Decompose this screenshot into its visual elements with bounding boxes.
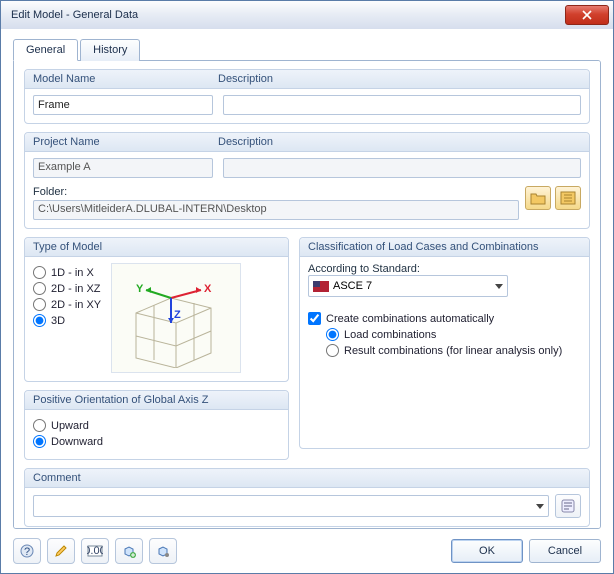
ok-button[interactable]: OK [451,539,523,563]
comment-combo[interactable] [33,495,549,517]
radio-result-combinations-label: Result combinations (for linear analysis… [344,345,562,357]
edit-button[interactable] [47,538,75,564]
label-orientation: Positive Orientation of Global Axis Z [25,391,288,410]
radio-upward[interactable] [33,419,46,432]
check-create-auto-label: Create combinations automatically [326,313,494,325]
titlebar[interactable]: Edit Model - General Data [1,1,613,29]
chevron-down-icon [495,284,503,289]
svg-text:?: ? [24,546,30,558]
label-comment: Comment [25,469,589,488]
tab-history-label: History [93,44,127,56]
help-button[interactable]: ? [13,538,41,564]
tab-history[interactable]: History [80,39,140,61]
svg-text:X: X [204,283,212,295]
svg-text:Z: Z [174,309,181,321]
browse-folder-button[interactable] [525,186,551,210]
project-name-field: Example A [33,158,213,178]
radio-result-combinations[interactable] [326,344,339,357]
model-description-input[interactable] [223,95,581,115]
radio-3d[interactable] [33,314,46,327]
radio-1d-x-label: 1D - in X [51,267,94,279]
chevron-down-icon [536,504,544,509]
cancel-button[interactable]: Cancel [529,539,601,563]
radio-upward-label: Upward [51,420,89,432]
note-icon [561,499,575,513]
radio-2d-xy-label: 2D - in XY [51,299,101,311]
group-classification: Classification of Load Cases and Combina… [299,237,590,449]
comment-pick-button[interactable] [555,494,581,518]
folder-tree-icon [560,191,576,205]
group-orientation: Positive Orientation of Global Axis Z Up… [24,390,289,460]
radio-3d-label: 3D [51,315,65,327]
type-of-model-options: 1D - in X 2D - in XZ 2D - in XY 3D [33,263,101,373]
dialog-edit-model: Edit Model - General Data General Histor… [0,0,614,574]
radio-1d-x[interactable] [33,266,46,279]
label-project-description: Description [218,136,273,148]
tab-general-label: General [26,44,65,56]
ok-button-label: OK [479,545,495,557]
standard-value: ASCE 7 [333,280,372,292]
project-description-field [223,158,581,178]
label-model-name: Model Name [33,73,218,85]
flag-us-icon [313,281,329,292]
axes-icon: X Y Z [116,268,236,368]
label-model-description: Description [218,73,273,85]
tab-general[interactable]: General [13,39,78,61]
cube-gear-icon [156,544,170,558]
svg-text:0.00: 0.00 [87,545,103,557]
dialog-footer: ? 0.00 OK Cancel [1,529,613,573]
folder-path-field: C:\Users\MitleiderA.DLUBAL-INTERN\Deskto… [33,200,519,220]
group-comment: Comment [24,468,590,527]
radio-downward[interactable] [33,435,46,448]
radio-2d-xz[interactable] [33,282,46,295]
cube-settings-button[interactable] [149,538,177,564]
window-title: Edit Model - General Data [11,9,138,21]
radio-load-combinations-label: Load combinations [344,329,436,341]
radio-downward-label: Downward [51,436,103,448]
radio-2d-xy[interactable] [33,298,46,311]
model-type-preview: X Y Z [111,263,241,373]
group-model-name: Model Name Description [24,69,590,124]
tab-page-general: Model Name Description Project Name Desc… [13,60,601,529]
close-button[interactable] [565,5,609,25]
tab-strip: General History [13,39,601,61]
units-icon: 0.00 [87,544,103,558]
label-according-to-standard: According to Standard: [308,263,420,275]
standard-select[interactable]: ASCE 7 [308,275,508,297]
label-type-of-model: Type of Model [25,238,288,257]
folder-tree-button[interactable] [555,186,581,210]
folder-open-icon [530,191,546,205]
cube-add-button[interactable] [115,538,143,564]
cancel-button-label: Cancel [548,545,582,557]
close-icon [582,10,592,20]
check-create-auto[interactable] [308,312,321,325]
group-type-of-model: Type of Model 1D - in X 2D - in XZ 2D - … [24,237,289,382]
pencil-icon [54,544,68,558]
label-folder: Folder: [33,186,519,198]
label-project-name: Project Name [33,136,218,148]
group-project: Project Name Description Example A Folde… [24,132,590,229]
svg-text:Y: Y [136,283,144,295]
help-icon: ? [20,544,34,558]
units-button[interactable]: 0.00 [81,538,109,564]
radio-2d-xz-label: 2D - in XZ [51,283,101,295]
model-name-input[interactable] [33,95,213,115]
cube-plus-icon [122,544,136,558]
radio-load-combinations[interactable] [326,328,339,341]
label-classification: Classification of Load Cases and Combina… [300,238,589,257]
